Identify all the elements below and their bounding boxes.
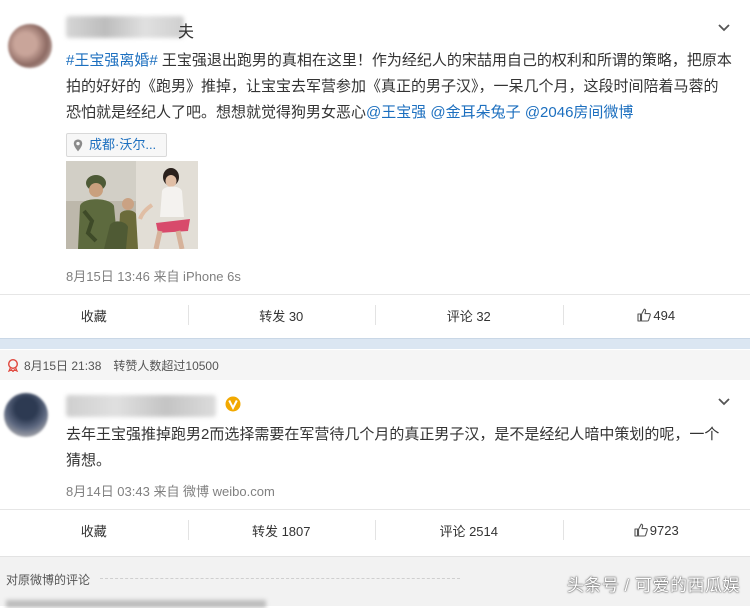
mention-2046-room[interactable]: @2046房间微博 bbox=[525, 104, 634, 121]
author-name-blurred[interactable] bbox=[66, 16, 184, 38]
comment-preview-blurred bbox=[6, 600, 266, 608]
endorse-time: 8月15日 21:38 bbox=[24, 357, 101, 374]
mention-jinerduotuzi[interactable]: @金耳朵兔子 bbox=[430, 104, 520, 121]
weibo-post-2: 去年王宝强推掉跑男2而选择需要在军营待几个月的真正男子汉，是不是经纪人暗中策划的… bbox=[0, 383, 750, 555]
weibo-post-1: 夫 #王宝强离婚# 王宝强退出跑男的真相在这里！作为经纪人的宋喆用自己的权利和所… bbox=[0, 0, 750, 336]
thumbs-up-icon bbox=[634, 523, 648, 537]
favorite-button[interactable]: 收藏 bbox=[0, 295, 188, 335]
comment-button[interactable]: 评论 2514 bbox=[375, 510, 563, 550]
vip-badge-icon bbox=[225, 396, 241, 412]
mention-wangbaoqiang[interactable]: @王宝强 bbox=[366, 104, 426, 121]
like-button[interactable]: 494 bbox=[563, 295, 750, 335]
author-name-suffix: 夫 bbox=[178, 18, 194, 42]
comment-label: 评论 2514 bbox=[439, 521, 498, 540]
author-name-blurred[interactable] bbox=[66, 395, 216, 417]
repost-button[interactable]: 转发 30 bbox=[188, 295, 376, 335]
repost-label: 转发 1807 bbox=[252, 521, 311, 540]
post-actions: 收藏 转发 1807 评论 2514 9723 bbox=[0, 509, 750, 550]
favorite-label: 收藏 bbox=[81, 306, 107, 325]
favorite-label: 收藏 bbox=[81, 521, 107, 540]
watermark: 头条号 / 可爱的西瓜娱 bbox=[567, 571, 740, 596]
like-count: 9723 bbox=[650, 523, 679, 538]
post-meta: 8月14日 03:43 来自 微博 weibo.com bbox=[66, 481, 275, 500]
like-button[interactable]: 9723 bbox=[563, 510, 750, 550]
comment-section-label: 对原微博的评论 bbox=[6, 571, 90, 588]
post-meta: 8月15日 13:46 来自 iPhone 6s bbox=[66, 266, 241, 285]
comment-button[interactable]: 评论 32 bbox=[375, 295, 563, 335]
favorite-button[interactable]: 收藏 bbox=[0, 510, 188, 550]
like-count: 494 bbox=[653, 308, 675, 323]
post-actions: 收藏 转发 30 评论 32 494 bbox=[0, 294, 750, 335]
post-photo[interactable] bbox=[66, 161, 198, 249]
section-divider bbox=[0, 338, 750, 349]
chevron-down-icon[interactable] bbox=[716, 20, 732, 36]
comment-section-header: 对原微博的评论 头条号 / 可爱的西瓜娱 bbox=[0, 556, 750, 606]
location-pin-icon bbox=[73, 139, 83, 152]
post-text: 去年王宝强推掉跑男2而选择需要在军营待几个月的真正男子汉，是不是经纪人暗中策划的… bbox=[66, 422, 732, 474]
repost-button[interactable]: 转发 1807 bbox=[188, 510, 376, 550]
author-avatar[interactable] bbox=[4, 393, 48, 437]
endorse-text: 转赞人数超过10500 bbox=[113, 357, 218, 374]
author-avatar[interactable] bbox=[8, 24, 52, 68]
repost-label: 转发 30 bbox=[259, 306, 303, 325]
hot-recommend-icon bbox=[6, 358, 20, 372]
post-text: #王宝强离婚# 王宝强退出跑男的真相在这里！作为经纪人的宋喆用自己的权利和所谓的… bbox=[66, 48, 732, 126]
location-label: 成都·沃尔... bbox=[89, 134, 156, 156]
location-tag[interactable]: 成都·沃尔... bbox=[66, 133, 167, 157]
endorse-bar: 8月15日 21:38 转赞人数超过10500 bbox=[0, 350, 750, 380]
hashtag-link[interactable]: #王宝强离婚# bbox=[66, 52, 158, 69]
thumbs-up-icon bbox=[637, 308, 651, 322]
comment-label: 评论 32 bbox=[447, 306, 491, 325]
chevron-down-icon[interactable] bbox=[716, 394, 732, 410]
comment-divider bbox=[100, 578, 460, 579]
